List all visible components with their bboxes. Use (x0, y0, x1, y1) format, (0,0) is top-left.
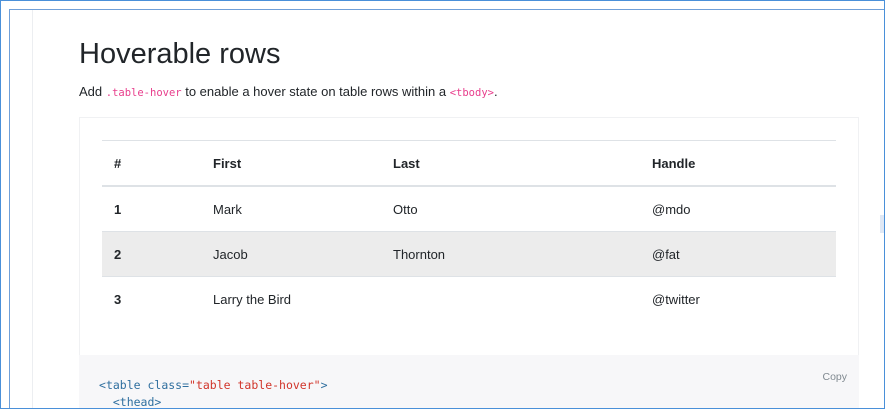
header-last: Last (381, 140, 640, 187)
section-description: Add .table-hover to enable a hover state… (79, 83, 498, 102)
lead-prefix: Add (79, 84, 106, 99)
table-row-hovered[interactable]: 2 Jacob Thornton @fat (102, 231, 836, 277)
table-row[interactable]: 3 Larry the Bird @twitter (102, 276, 836, 321)
table-header-row: # First Last Handle (102, 140, 836, 187)
code-token: < (99, 378, 106, 392)
cell-first: Jacob (201, 231, 381, 277)
browser-frame: Hoverable rows Add .table-hover to enabl… (0, 0, 885, 409)
code-example: Copy <table class="table table-hover"> <… (79, 355, 859, 409)
header-number: # (102, 140, 201, 187)
header-first: First (201, 140, 381, 187)
table-head: # First Last Handle (102, 140, 836, 187)
inline-code-tbody: <tbody> (449, 87, 494, 99)
row-number: 2 (102, 231, 201, 277)
code-line-thead: <thead> (99, 395, 162, 409)
code-token-tag: table (105, 378, 141, 392)
row-number: 3 (102, 276, 201, 321)
cell-handle: @fat (640, 231, 836, 277)
cell-last (381, 276, 640, 321)
code-token-attr: class= (140, 378, 190, 392)
cell-last: Thornton (381, 231, 640, 277)
cell-handle: @mdo (640, 185, 836, 232)
inline-code-table-hover: .table-hover (105, 87, 182, 99)
cell-handle: @twitter (640, 276, 836, 321)
code-token-string: "table table-hover" (189, 378, 321, 392)
content-divider (32, 10, 33, 408)
header-handle: Handle (640, 140, 836, 187)
example-preview: # First Last Handle 1 Mark Otto @mdo 2 J… (79, 117, 859, 355)
table-body: 1 Mark Otto @mdo 2 Jacob Thornton @fat 3… (102, 185, 836, 321)
cell-first: Larry the Bird (201, 276, 381, 321)
code-token: > (320, 378, 328, 392)
scrollbar-thumb[interactable] (880, 215, 884, 233)
lead-suffix: . (493, 84, 498, 99)
copy-button[interactable]: Copy (822, 371, 847, 383)
row-number: 1 (102, 185, 201, 232)
table-row[interactable]: 1 Mark Otto @mdo (102, 185, 836, 232)
section-title: Hoverable rows (79, 38, 281, 70)
hoverable-table: # First Last Handle 1 Mark Otto @mdo 2 J… (102, 140, 836, 321)
cell-last: Otto (381, 185, 640, 232)
code-snippet: <table class="table table-hover"> <thead… (99, 377, 328, 409)
cell-first: Mark (201, 185, 381, 232)
lead-middle: to enable a hover state on table rows wi… (181, 84, 450, 99)
